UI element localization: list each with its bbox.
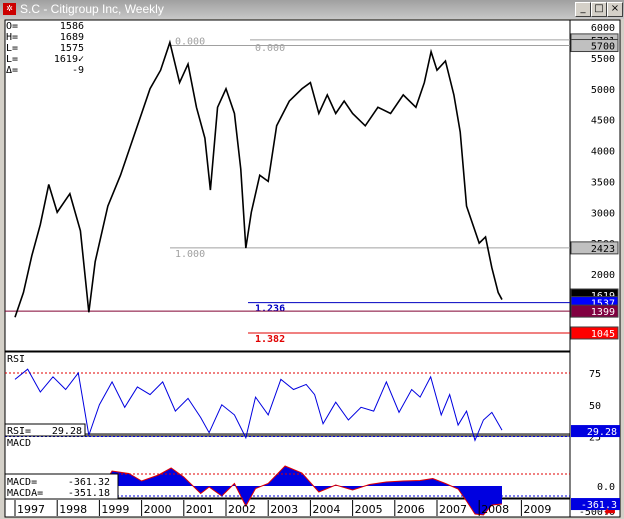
year-label: 1999 [101, 503, 129, 516]
macd-readout-label: MACD= [7, 477, 37, 488]
price-tag-label: 1045 [591, 329, 615, 340]
title-bar: ✲ S.C - Citigroup Inc, Weekly _ □ × [0, 0, 624, 19]
rsi-tag-label: 29.28 [587, 427, 617, 438]
close-button[interactable]: × [607, 2, 623, 17]
rsi-readout-value: 29.28 [52, 426, 82, 437]
price-tag-label: 1399 [591, 307, 615, 318]
year-label: 2001 [186, 503, 214, 516]
price-tick-label: 3000 [591, 208, 615, 219]
macd-title: MACD [7, 438, 31, 449]
year-label: 2000 [144, 503, 172, 516]
year-label: 2005 [355, 503, 383, 516]
rsi-tick-label: 50 [589, 401, 601, 412]
ohlc-last: L= 1619✓ [6, 54, 84, 65]
macda-readout-label: MACDA= [7, 488, 43, 499]
price-tick-label: 5500 [591, 54, 615, 65]
macd-tick-label: 0.0 [597, 482, 615, 493]
price-tick-label: 4000 [591, 147, 615, 158]
rsi-readout-label: RSI= [7, 426, 31, 437]
chart-canvas[interactable]: 6000550050004500400035003000250020000.00… [0, 19, 624, 519]
fib-label: 1.236 [255, 304, 285, 315]
chart-app-icon: ✲ [3, 3, 16, 15]
fib-label: 1.000 [175, 249, 205, 260]
year-label: 2007 [439, 503, 467, 516]
year-label: 2004 [312, 503, 340, 516]
fib-label: 0.000 [255, 43, 285, 54]
price-tick-label: 5000 [591, 85, 615, 96]
fib-label: 1.382 [255, 334, 285, 345]
fib-label: 0.000 [175, 37, 205, 48]
maximize-button[interactable]: □ [591, 2, 607, 17]
year-label: 1997 [17, 503, 45, 516]
rsi-title: RSI [7, 354, 25, 365]
scroll-left-arrow-icon[interactable]: ⬅ [604, 504, 616, 519]
rsi-panel [4, 351, 571, 435]
price-tick-label: 3500 [591, 177, 615, 188]
price-tick-label: 2000 [591, 270, 615, 281]
year-label: 1998 [59, 503, 87, 516]
price-tick-label: 6000 [591, 23, 615, 34]
ohlc-change: Δ= -9 [6, 65, 84, 76]
year-label: 2009 [523, 503, 551, 516]
year-label: 2003 [270, 503, 298, 516]
year-label: 2008 [481, 503, 509, 516]
ohlc-low: L= 1575 [6, 43, 84, 54]
ohlc-readout: O= 1586 H= 1689 L= 1575 L= 1619✓ Δ= -9 [6, 21, 84, 76]
macda-readout-value: -351.18 [68, 488, 110, 499]
ohlc-high: H= 1689 [6, 32, 84, 43]
window-title: S.C - Citigroup Inc, Weekly [20, 2, 164, 16]
price-tag-label: 2423 [591, 244, 615, 255]
ohlc-open: O= 1586 [6, 21, 84, 32]
macd-readout-value: -361.32 [68, 477, 110, 488]
year-label: 2002 [228, 503, 256, 516]
price-tick-label: 4500 [591, 116, 615, 127]
year-label: 2006 [397, 503, 425, 516]
price-tag-label: 5700 [591, 42, 615, 53]
rsi-tick-label: 75 [589, 369, 601, 380]
minimize-button[interactable]: _ [575, 2, 591, 17]
